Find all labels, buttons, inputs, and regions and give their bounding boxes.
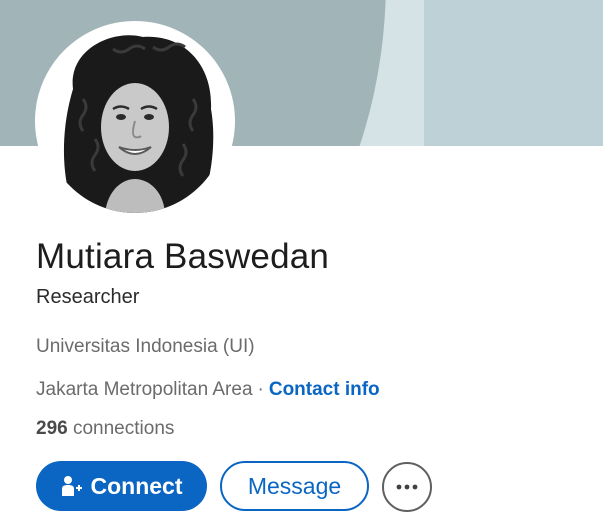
location-row: Jakarta Metropolitan Area · Contact info: [36, 379, 380, 401]
message-label: Message: [247, 472, 342, 499]
profile-location: Jakarta Metropolitan Area: [36, 379, 253, 400]
connect-button[interactable]: Connect: [36, 461, 207, 511]
connections-count: 296: [36, 418, 68, 439]
cover-right-panel: [424, 0, 603, 146]
profile-education[interactable]: Universitas Indonesia (UI): [36, 336, 255, 358]
ellipsis-icon: [396, 484, 418, 490]
avatar-photo: [43, 29, 227, 213]
profile-name: Mutiara Baswedan: [36, 237, 330, 276]
connections-row[interactable]: 296 connections: [36, 418, 174, 440]
contact-info-link[interactable]: Contact info: [269, 379, 380, 400]
profile-headline: Researcher: [36, 286, 140, 308]
connect-label: Connect: [90, 472, 183, 499]
more-actions-button[interactable]: [382, 462, 432, 512]
separator-dot: ·: [257, 379, 264, 400]
message-button[interactable]: Message: [220, 461, 369, 511]
connections-label: connections: [72, 418, 175, 439]
add-person-icon: [61, 475, 83, 497]
avatar[interactable]: [43, 29, 227, 213]
